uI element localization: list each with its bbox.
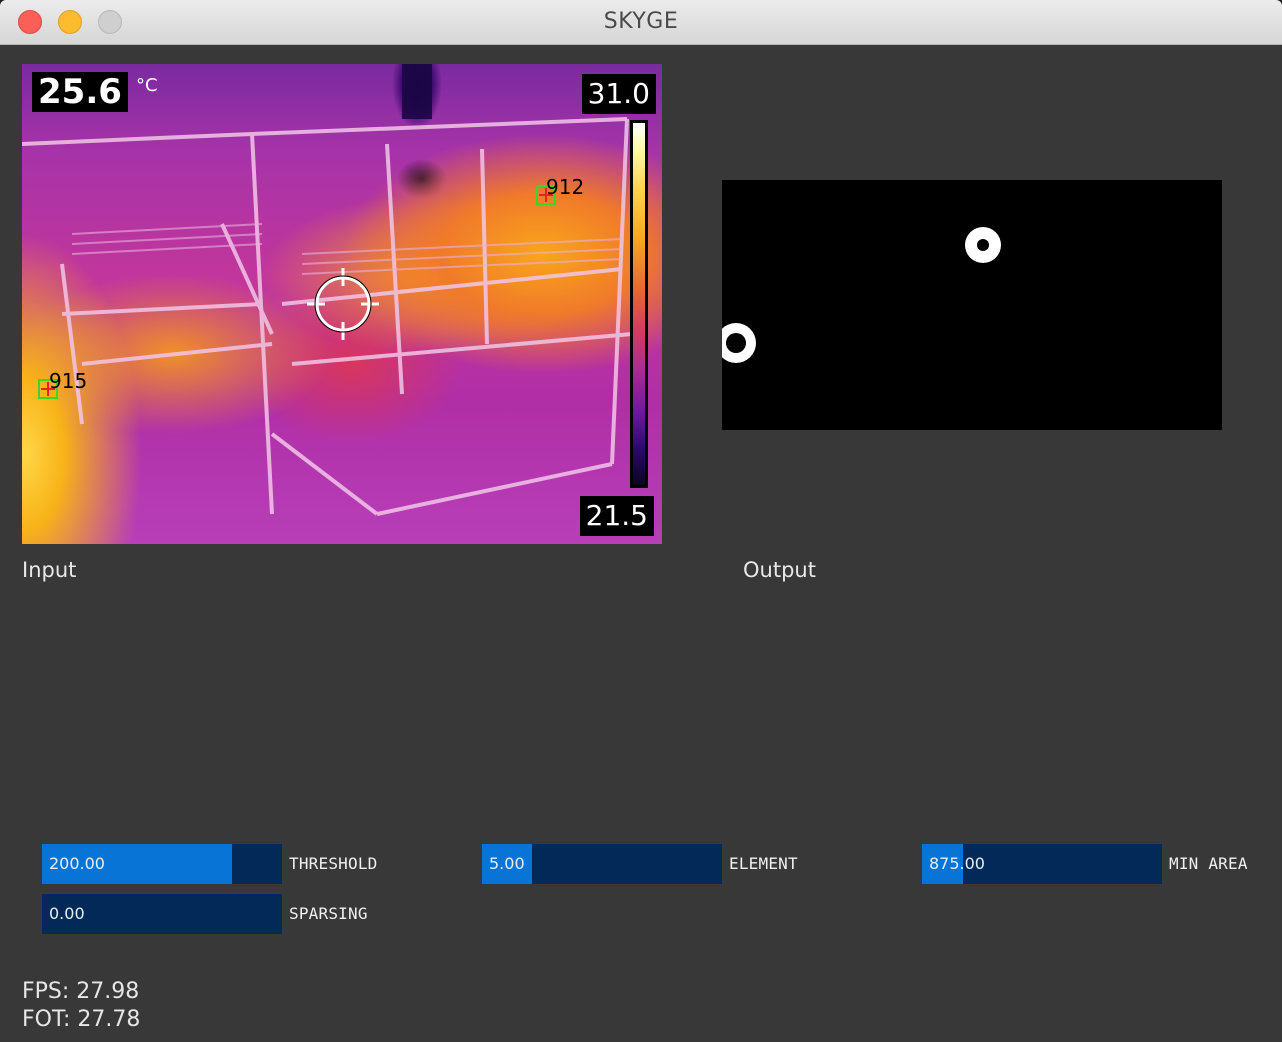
fot-readout: FOT: 27.78 <box>22 1007 141 1032</box>
spot-label-915: 915 <box>49 369 88 393</box>
threshold-label: THRESHOLD <box>289 854 378 873</box>
scale-min-value: 21.5 <box>579 496 654 536</box>
element-slider[interactable]: 5.00 <box>482 844 722 884</box>
app-window: SKYGE 25.6 °C 31.0 21.5 912 915 Input Ou… <box>0 0 1282 1042</box>
thermal-scene <box>22 64 633 516</box>
sparsing-label: SPARSING <box>289 904 368 923</box>
element-label: ELEMENT <box>729 854 798 873</box>
detected-blob <box>965 227 1001 263</box>
window-title: SKYGE <box>603 9 679 34</box>
temperature-unit: °C <box>136 75 158 96</box>
min-area-slider[interactable]: 875.00 <box>922 844 1162 884</box>
scale-max-value: 31.0 <box>581 74 656 114</box>
min-area-label: MIN AREA <box>1169 854 1248 873</box>
crosshair-icon <box>307 268 379 340</box>
input-label: Input <box>22 558 77 582</box>
fps-readout: FPS: 27.98 <box>22 979 140 1004</box>
output-label: Output <box>743 558 816 582</box>
element-value: 5.00 <box>489 854 525 873</box>
current-temperature: 25.6 <box>32 72 128 112</box>
spot-label-912: 912 <box>546 175 585 199</box>
color-scale-bar <box>630 120 648 488</box>
thermal-input-image: 25.6 °C 31.0 21.5 912 915 <box>22 64 662 544</box>
threshold-value: 200.00 <box>49 854 105 873</box>
output-image <box>722 180 1222 430</box>
sparsing-value: 0.00 <box>49 904 85 923</box>
sparsing-slider[interactable]: 0.00 <box>42 894 282 934</box>
title-bar: SKYGE <box>0 0 1282 45</box>
detected-blob <box>722 323 756 363</box>
threshold-slider[interactable]: 200.00 <box>42 844 282 884</box>
min-area-value: 875.00 <box>929 854 985 873</box>
